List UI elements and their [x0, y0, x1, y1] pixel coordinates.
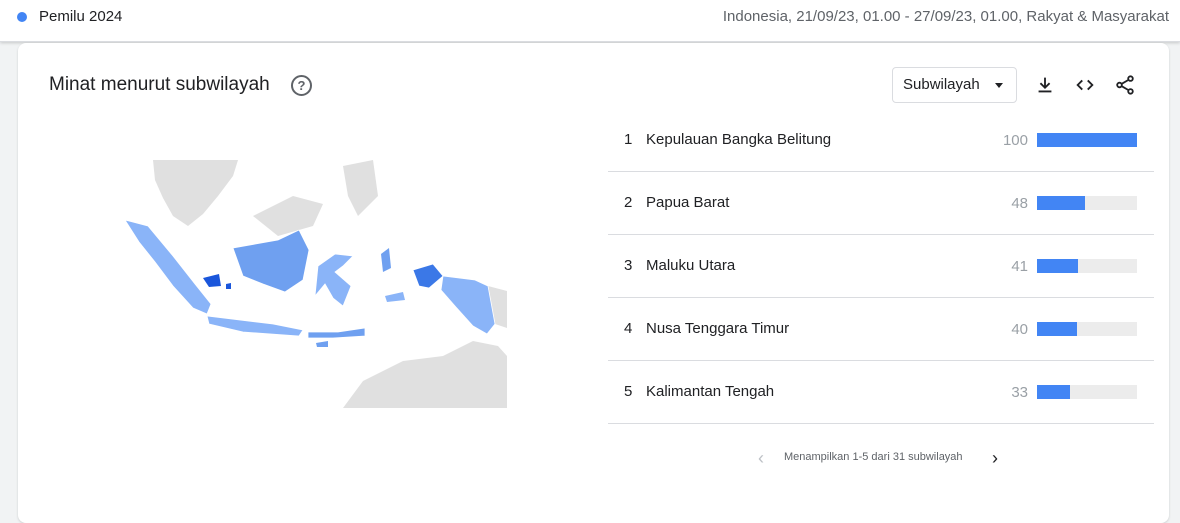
chevron-down-icon: [995, 83, 1003, 88]
region-name[interactable]: Maluku Utara: [646, 257, 735, 274]
value-bar-fill: [1037, 133, 1137, 147]
pagination-label: Menampilkan 1-5 dari 31 subwilayah: [784, 451, 963, 463]
table-row[interactable]: 4 Nusa Tenggara Timur 40: [608, 298, 1154, 361]
maluku-utara-shape[interactable]: [381, 248, 391, 272]
rank-number: 3: [624, 257, 633, 274]
rank-number: 4: [624, 320, 633, 337]
value-bar-track: [1037, 133, 1137, 147]
belitung-shape[interactable]: [226, 283, 231, 289]
search-term-label[interactable]: Pemilu 2024: [39, 8, 122, 25]
value-bar-track: [1037, 385, 1137, 399]
sulawesi-shape[interactable]: [314, 253, 354, 307]
malaysia-borneo-shape: [253, 196, 323, 236]
region-value: 33: [1011, 384, 1028, 401]
papua-barat-shape[interactable]: [412, 263, 444, 289]
embed-button[interactable]: [1074, 74, 1096, 96]
help-icon[interactable]: ?: [291, 75, 312, 96]
table-row[interactable]: 2 Papua Barat 48: [608, 172, 1154, 235]
region-value: 40: [1011, 321, 1028, 338]
resolution-select[interactable]: Subwilayah: [892, 67, 1017, 103]
bangka-belitung-shape[interactable]: [203, 274, 221, 287]
rank-number: 5: [624, 383, 633, 400]
card-title: Minat menurut subwilayah: [49, 74, 270, 95]
kalimantan-shape[interactable]: [232, 229, 310, 293]
search-context: Indonesia, 21/09/23, 01.00 - 27/09/23, 0…: [722, 8, 1169, 25]
chevron-right-icon[interactable]: ›: [992, 449, 998, 467]
value-bar-fill: [1037, 259, 1078, 273]
value-bar-fill: [1037, 196, 1085, 210]
australia-shape: [343, 341, 507, 408]
region-value: 100: [1002, 132, 1028, 149]
table-row[interactable]: 5 Kalimantan Tengah 33: [608, 361, 1154, 424]
table-row[interactable]: 1 Kepulauan Bangka Belitung 100: [608, 109, 1154, 172]
value-bar-fill: [1037, 385, 1070, 399]
java-shape[interactable]: [206, 315, 304, 337]
indonesia-region-map[interactable]: [103, 156, 507, 408]
resolution-select-value: Subwilayah: [903, 76, 980, 93]
region-name[interactable]: Kalimantan Tengah: [646, 383, 774, 400]
share-button[interactable]: [1114, 74, 1136, 96]
value-bar-track: [1037, 196, 1137, 210]
region-name[interactable]: Papua Barat: [646, 194, 729, 211]
nusa-tenggara-shape[interactable]: [307, 327, 366, 339]
rank-number: 1: [624, 131, 633, 148]
share-icon: [1116, 75, 1134, 95]
table-row[interactable]: 3 Maluku Utara 41: [608, 235, 1154, 298]
value-bar-track: [1037, 322, 1137, 336]
rank-number: 2: [624, 194, 633, 211]
maluku-shape[interactable]: [385, 292, 405, 302]
ntt-island-shape[interactable]: [316, 341, 328, 347]
region-value: 41: [1011, 258, 1028, 275]
embed-code-icon: [1076, 79, 1094, 91]
sumatra-shape[interactable]: [124, 219, 212, 315]
term-color-dot: [17, 12, 27, 22]
mainland-asia-shape: [153, 160, 238, 226]
region-name[interactable]: Nusa Tenggara Timur: [646, 320, 789, 337]
papua-shape[interactable]: [440, 275, 496, 335]
subregion-interest-card: Minat menurut subwilayah ? Subwilayah 1 …: [18, 43, 1169, 523]
download-button[interactable]: [1034, 74, 1056, 96]
value-bar-fill: [1037, 322, 1077, 336]
download-icon: [1038, 77, 1052, 93]
region-value: 48: [1011, 195, 1028, 212]
region-ranking-list: 1 Kepulauan Bangka Belitung 100 2 Papua …: [608, 109, 1154, 424]
value-bar-track: [1037, 259, 1137, 273]
philippines-shape: [343, 160, 378, 216]
top-bar: Pemilu 2024 Indonesia, 21/09/23, 01.00 -…: [0, 0, 1180, 42]
region-name[interactable]: Kepulauan Bangka Belitung: [646, 131, 831, 148]
pagination: ‹ Menampilkan 1-5 dari 31 subwilayah ›: [758, 448, 1008, 468]
chevron-left-icon[interactable]: ‹: [758, 449, 764, 467]
